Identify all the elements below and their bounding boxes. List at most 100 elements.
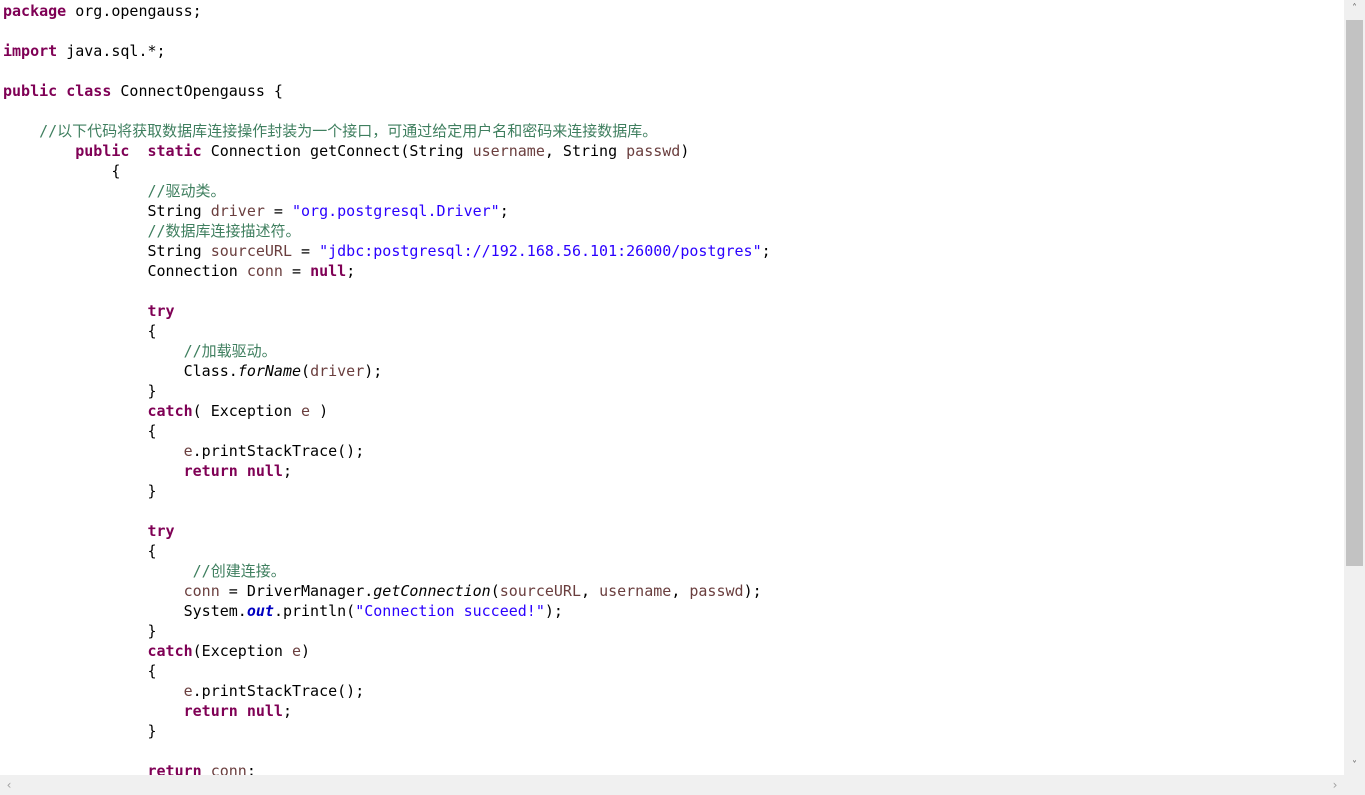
code-line[interactable]: catch( Exception e ) bbox=[3, 401, 771, 421]
code-text: Connection getConnect(String bbox=[201, 142, 473, 160]
scroll-right-icon[interactable]: › bbox=[1326, 775, 1344, 795]
code-line[interactable] bbox=[3, 21, 771, 41]
code-line[interactable]: package org.opengauss; bbox=[3, 1, 771, 21]
code-line[interactable]: { bbox=[3, 161, 771, 181]
code-line[interactable]: System.out.println("Connection succeed!"… bbox=[3, 601, 771, 621]
scroll-up-icon[interactable]: ˄ bbox=[1344, 0, 1365, 18]
code-text: org.opengauss; bbox=[66, 2, 202, 20]
code-comment: //驱动类。 bbox=[147, 182, 226, 200]
code-text: ) bbox=[301, 642, 311, 660]
code-variable: driver bbox=[310, 362, 365, 380]
code-line[interactable]: import java.sql.*; bbox=[3, 41, 771, 61]
code-line[interactable]: try bbox=[3, 301, 771, 321]
code-line[interactable]: //数据库连接描述符。 bbox=[3, 221, 771, 241]
code-text: } bbox=[3, 482, 157, 500]
code-variable: passwd bbox=[689, 582, 744, 600]
code-text: ( bbox=[490, 582, 500, 600]
code-line[interactable] bbox=[3, 741, 771, 761]
code-text: } bbox=[3, 722, 157, 740]
code-static-method: getConnection bbox=[373, 582, 491, 600]
code-text: = bbox=[292, 242, 320, 260]
code-line[interactable]: //驱动类。 bbox=[3, 181, 771, 201]
code-variable: sourceURL bbox=[499, 582, 581, 600]
code-text: ( Exception bbox=[192, 402, 302, 420]
code-variable: passwd bbox=[626, 142, 681, 160]
code-text: ) bbox=[310, 402, 329, 420]
code-text: = bbox=[282, 262, 311, 280]
code-line[interactable]: e.printStackTrace(); bbox=[3, 681, 771, 701]
code-line[interactable]: return null; bbox=[3, 701, 771, 721]
code-text: ; bbox=[282, 462, 292, 480]
code-line[interactable] bbox=[3, 281, 771, 301]
code-variable: e bbox=[183, 442, 193, 460]
code-line[interactable]: conn = DriverManager.getConnection(sourc… bbox=[3, 581, 771, 601]
code-variable: driver bbox=[210, 202, 265, 220]
code-line[interactable]: return null; bbox=[3, 461, 771, 481]
code-keyword: catch bbox=[147, 642, 193, 660]
code-line[interactable]: String driver = "org.postgresql.Driver"; bbox=[3, 201, 771, 221]
code-line[interactable]: } bbox=[3, 381, 771, 401]
vertical-scroll-thumb[interactable] bbox=[1346, 20, 1363, 566]
vertical-scrollbar[interactable]: ˄ ˅ bbox=[1344, 0, 1365, 775]
code-keyword: class bbox=[66, 82, 112, 100]
code-text: { bbox=[3, 162, 121, 180]
code-line[interactable] bbox=[3, 101, 771, 121]
code-keyword: null bbox=[310, 262, 347, 280]
code-string: "Connection succeed!" bbox=[355, 602, 545, 620]
code-text: = DriverManager. bbox=[219, 582, 374, 600]
code-line[interactable]: //创建连接。 bbox=[3, 561, 771, 581]
code-line[interactable] bbox=[3, 501, 771, 521]
code-line[interactable]: return conn; bbox=[3, 761, 771, 775]
code-variable: conn bbox=[210, 762, 247, 775]
code-line[interactable]: } bbox=[3, 721, 771, 741]
code-line[interactable]: { bbox=[3, 541, 771, 561]
code-text: .printStackTrace(); bbox=[192, 682, 365, 700]
code-keyword: null bbox=[246, 462, 283, 480]
code-text: , bbox=[581, 582, 600, 600]
code-line[interactable]: } bbox=[3, 481, 771, 501]
code-line[interactable] bbox=[3, 61, 771, 81]
scroll-down-icon[interactable]: ˅ bbox=[1344, 757, 1365, 775]
code-line[interactable]: Connection conn = null; bbox=[3, 261, 771, 281]
code-line[interactable]: String sourceURL = "jdbc:postgresql://19… bbox=[3, 241, 770, 261]
code-line[interactable]: Class.forName(driver); bbox=[3, 361, 771, 381]
code-editor[interactable]: package org.opengauss; import java.sql.*… bbox=[0, 0, 1344, 775]
code-variable: conn bbox=[246, 262, 283, 280]
code-keyword: public bbox=[3, 82, 58, 100]
code-line[interactable]: { bbox=[3, 661, 771, 681]
code-line[interactable]: //加载驱动。 bbox=[3, 341, 771, 361]
code-line[interactable]: catch(Exception e) bbox=[3, 641, 771, 661]
scroll-left-icon[interactable]: ‹ bbox=[0, 775, 18, 795]
code-variable: e bbox=[183, 682, 193, 700]
code-line[interactable]: e.printStackTrace(); bbox=[3, 441, 771, 461]
code-line[interactable]: try bbox=[3, 521, 771, 541]
code-line[interactable]: { bbox=[3, 421, 771, 441]
code-line[interactable]: { bbox=[3, 321, 771, 341]
code-line[interactable]: public class ConnectOpengauss { bbox=[3, 81, 771, 101]
code-text[interactable]: package org.opengauss; import java.sql.*… bbox=[3, 1, 771, 775]
code-text: { bbox=[3, 322, 157, 340]
code-comment: //以下代码将获取数据库连接操作封装为一个接口，可通过给定用户名和密码来连接数据… bbox=[39, 122, 658, 140]
code-keyword: return bbox=[147, 762, 202, 775]
code-line[interactable]: public static Connection getConnect(Stri… bbox=[3, 141, 771, 161]
horizontal-scrollbar[interactable]: ‹ › bbox=[0, 775, 1344, 795]
code-text: ; bbox=[346, 262, 356, 280]
code-text: { bbox=[3, 422, 157, 440]
code-text: { bbox=[3, 662, 157, 680]
code-text: ); bbox=[364, 362, 383, 380]
code-line[interactable]: } bbox=[3, 621, 771, 641]
code-text: , bbox=[671, 582, 690, 600]
code-line[interactable]: //以下代码将获取数据库连接操作封装为一个接口，可通过给定用户名和密码来连接数据… bbox=[3, 121, 771, 141]
code-keyword: static bbox=[147, 142, 202, 160]
